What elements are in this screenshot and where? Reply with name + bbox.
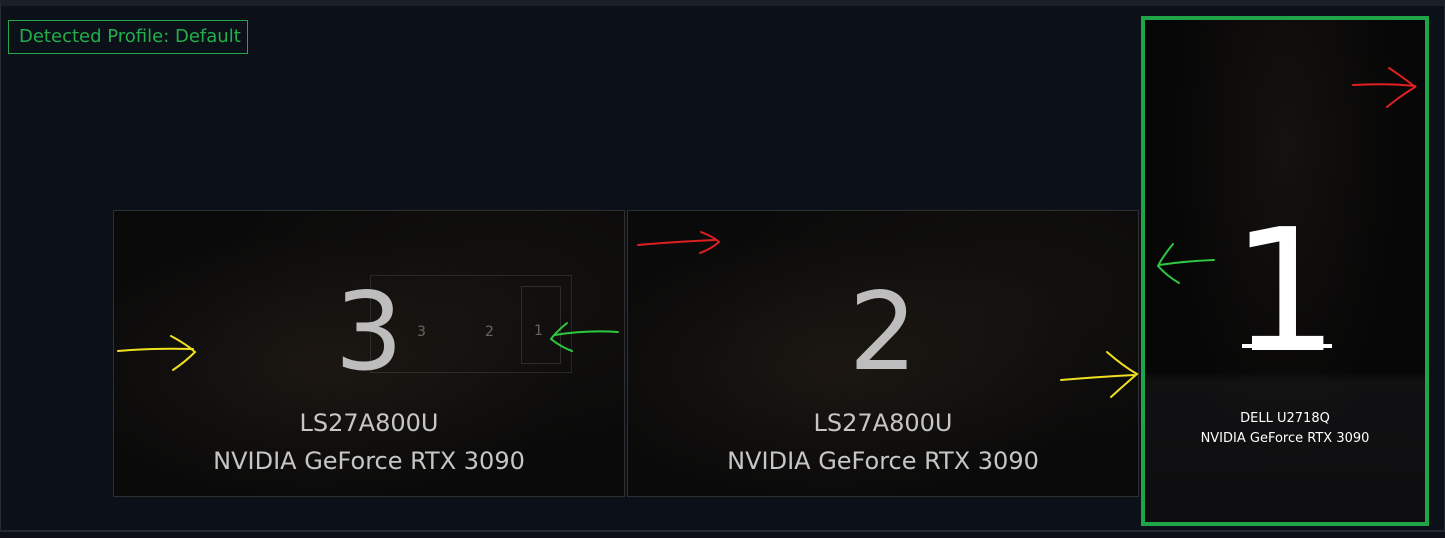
monitor-3-gpu: NVIDIA GeForce RTX 3090 xyxy=(213,447,525,475)
monitor-2-number: 2 xyxy=(848,270,918,395)
monitor-2-gpu: NVIDIA GeForce RTX 3090 xyxy=(727,447,1039,475)
monitor-1-number: 1 xyxy=(1230,193,1340,391)
detected-profile-label: Detected Profile: Default xyxy=(8,20,248,54)
monitor-3-tile[interactable]: 3 2 1 3 LS27A800U NVIDIA GeForce RTX 309… xyxy=(113,210,625,497)
monitor-1-model: DELL U2718Q xyxy=(1240,411,1330,426)
monitor-3-model: LS27A800U xyxy=(299,409,439,437)
monitor-2-model: LS27A800U xyxy=(813,409,953,437)
monitor-1-underline xyxy=(1242,344,1332,348)
display-arrangement-canvas: Detected Profile: Default 3 2 1 3 LS27A8… xyxy=(0,0,1445,532)
monitor-3-number: 3 xyxy=(334,270,404,395)
monitor-2-tile[interactable]: 2 LS27A800U NVIDIA GeForce RTX 3090 xyxy=(627,210,1139,497)
monitor-1-tile-selected[interactable]: 1 DELL U2718Q NVIDIA GeForce RTX 3090 xyxy=(1141,16,1429,526)
monitor-1-gpu: NVIDIA GeForce RTX 3090 xyxy=(1200,431,1370,446)
